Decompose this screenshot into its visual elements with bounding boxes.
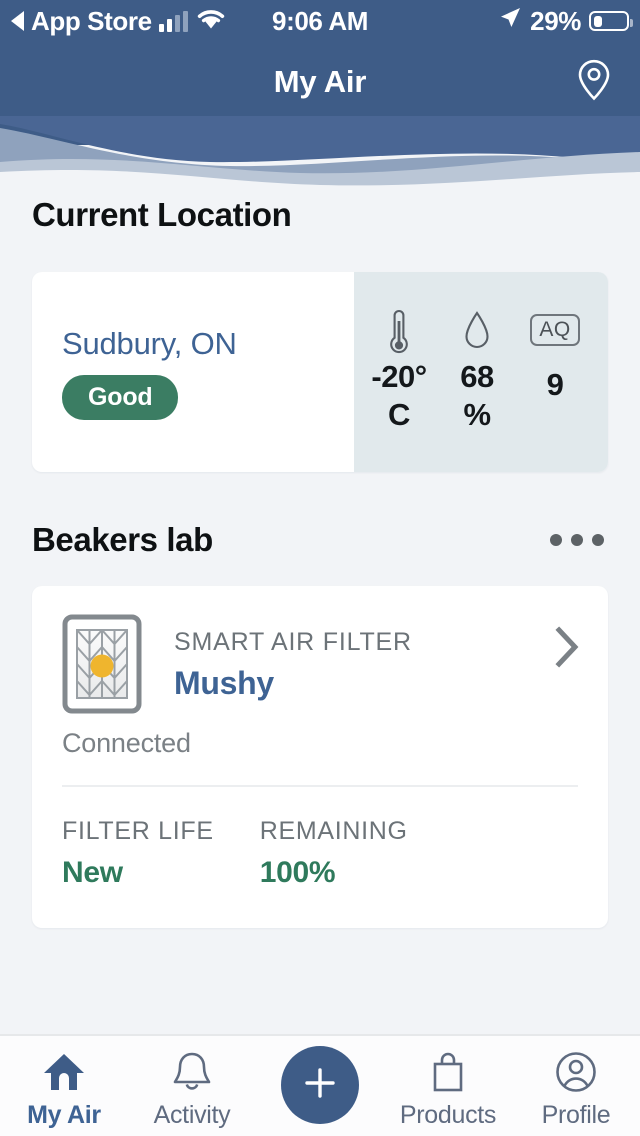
status-bar: App Store 9:06 AM 29% [0, 0, 640, 42]
user-circle-icon [554, 1048, 598, 1096]
stat-remaining: REMAINING 100% [260, 817, 408, 890]
humidity-unit: % [463, 397, 490, 432]
location-arrow-icon [498, 6, 522, 37]
tab-activity[interactable]: Activity [128, 1048, 256, 1130]
app-header: App Store 9:06 AM 29% [0, 0, 640, 196]
device-name: Mushy [174, 665, 412, 702]
add-button[interactable] [281, 1046, 359, 1124]
aq-badge-label: AQ [530, 314, 579, 346]
stat-label: REMAINING [260, 817, 408, 846]
air-filter-icon [62, 614, 142, 714]
stat-value: 100% [260, 856, 408, 890]
home-icon [41, 1048, 87, 1096]
location-summary: Sudbury, ON Good [32, 272, 354, 472]
stat-value: New [62, 856, 214, 890]
current-location-card[interactable]: Sudbury, ON Good -20° C [32, 272, 608, 472]
tab-label: My Air [27, 1101, 101, 1130]
metric-temperature: -20° C [360, 306, 438, 434]
battery-icon [589, 11, 629, 31]
metric-humidity: 68 % [438, 306, 516, 434]
page-title: My Air [274, 64, 366, 100]
tab-add[interactable] [256, 1048, 384, 1129]
map-pin-icon [576, 58, 612, 107]
more-options-icon[interactable] [546, 520, 608, 560]
device-type-label: SMART AIR FILTER [174, 628, 412, 657]
location-metrics: -20° C 68 % AQ 9 [354, 272, 608, 472]
temperature-value: -20° [371, 359, 426, 394]
humidity-value: 68 [460, 359, 493, 394]
chevron-right-icon[interactable] [554, 626, 580, 673]
battery-percent-label: 29% [530, 6, 581, 37]
header-wave-decoration [0, 116, 640, 196]
bottom-tab-bar: My Air Activity Products [0, 1034, 640, 1136]
device-card[interactable]: SMART AIR FILTER Mushy Connected FILTER … [32, 586, 608, 928]
thermometer-icon [360, 306, 438, 358]
tab-label: Activity [154, 1101, 231, 1130]
aq-badge-icon: AQ [516, 306, 594, 358]
location-city: Sudbury, ON [62, 326, 354, 362]
tab-label: Profile [542, 1101, 611, 1130]
plus-icon [301, 1064, 339, 1107]
device-group-header: Beakers lab [32, 520, 608, 560]
air-quality-value: 9 [516, 366, 594, 404]
status-bar-right: 29% [498, 6, 629, 37]
air-quality-status-badge: Good [62, 375, 178, 420]
temperature-unit: C [388, 397, 410, 432]
bell-icon [171, 1048, 213, 1096]
device-stats: FILTER LIFE New REMAINING 100% [32, 787, 608, 928]
device-connection-status: Connected [32, 714, 608, 785]
main-content: Current Location Sudbury, ON Good -20° C [0, 196, 640, 928]
device-header: SMART AIR FILTER Mushy [32, 586, 608, 714]
tab-label: Products [400, 1101, 496, 1130]
tab-my-air[interactable]: My Air [0, 1048, 128, 1130]
tab-profile[interactable]: Profile [512, 1048, 640, 1130]
navigation-bar: My Air [0, 50, 640, 114]
stat-label: FILTER LIFE [62, 817, 214, 846]
map-pin-button[interactable] [570, 58, 618, 106]
device-group-name: Beakers lab [32, 521, 213, 559]
water-drop-icon [438, 306, 516, 358]
current-location-heading: Current Location [32, 196, 608, 234]
tab-products[interactable]: Products [384, 1048, 512, 1130]
metric-air-quality: AQ 9 [516, 306, 594, 404]
device-info: SMART AIR FILTER Mushy [174, 614, 412, 702]
shopping-bag-icon [428, 1048, 468, 1096]
stat-filter-life: FILTER LIFE New [62, 817, 214, 890]
